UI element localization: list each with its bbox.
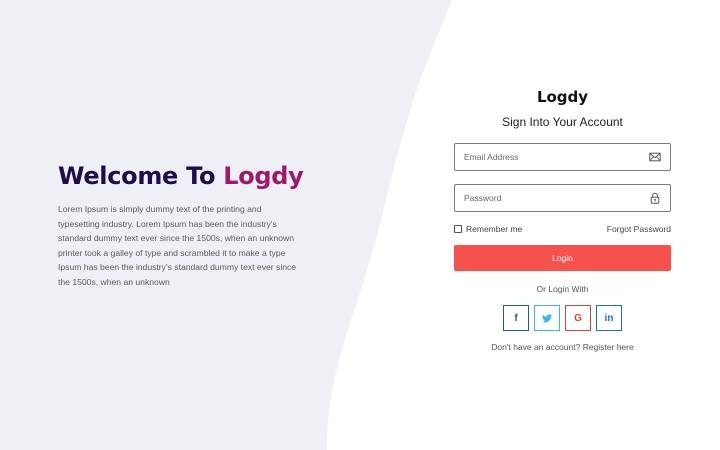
login-button[interactable]: Login (454, 245, 671, 271)
welcome-title-prefix: Welcome To (58, 162, 224, 190)
password-input[interactable] (464, 185, 644, 211)
register-link[interactable]: Register here (583, 342, 634, 352)
form-options-row: Remember me Forgot Password (454, 224, 671, 234)
facebook-login-button[interactable]: f (503, 305, 529, 331)
envelope-icon (649, 152, 661, 162)
email-field[interactable] (454, 143, 671, 171)
email-input[interactable] (464, 144, 644, 170)
or-login-with-label: Or Login With (536, 284, 589, 294)
signup-prompt: Don't have an account? (491, 342, 581, 352)
linkedin-icon: in (604, 312, 614, 324)
lock-icon (650, 192, 660, 204)
remember-label: Remember me (466, 224, 523, 234)
social-login-row: f G in (454, 305, 671, 331)
login-form: Logdy Sign Into Your Account Remember me… (454, 88, 671, 352)
form-subtitle: Sign Into Your Account (502, 115, 623, 129)
welcome-section: Welcome To Logdy Lorem Ipsum is simply d… (58, 160, 304, 289)
facebook-icon: f (514, 312, 518, 324)
welcome-title-brand: Logdy (223, 162, 304, 190)
linkedin-login-button[interactable]: in (596, 305, 622, 331)
twitter-icon (542, 313, 552, 322)
remember-checkbox[interactable] (454, 225, 462, 233)
google-icon: G (574, 312, 582, 324)
twitter-login-button[interactable] (534, 305, 560, 331)
forgot-password-link[interactable]: Forgot Password (607, 224, 671, 234)
google-login-button[interactable]: G (565, 305, 591, 331)
remember-me[interactable]: Remember me (454, 224, 522, 234)
welcome-description: Lorem Ipsum is simply dummy text of the … (58, 204, 297, 287)
logo-text: Logdy (536, 88, 589, 106)
password-field[interactable] (454, 184, 671, 212)
welcome-title: Welcome To Logdy (58, 160, 304, 192)
signup-row: Don't have an account? Register here (454, 342, 671, 352)
